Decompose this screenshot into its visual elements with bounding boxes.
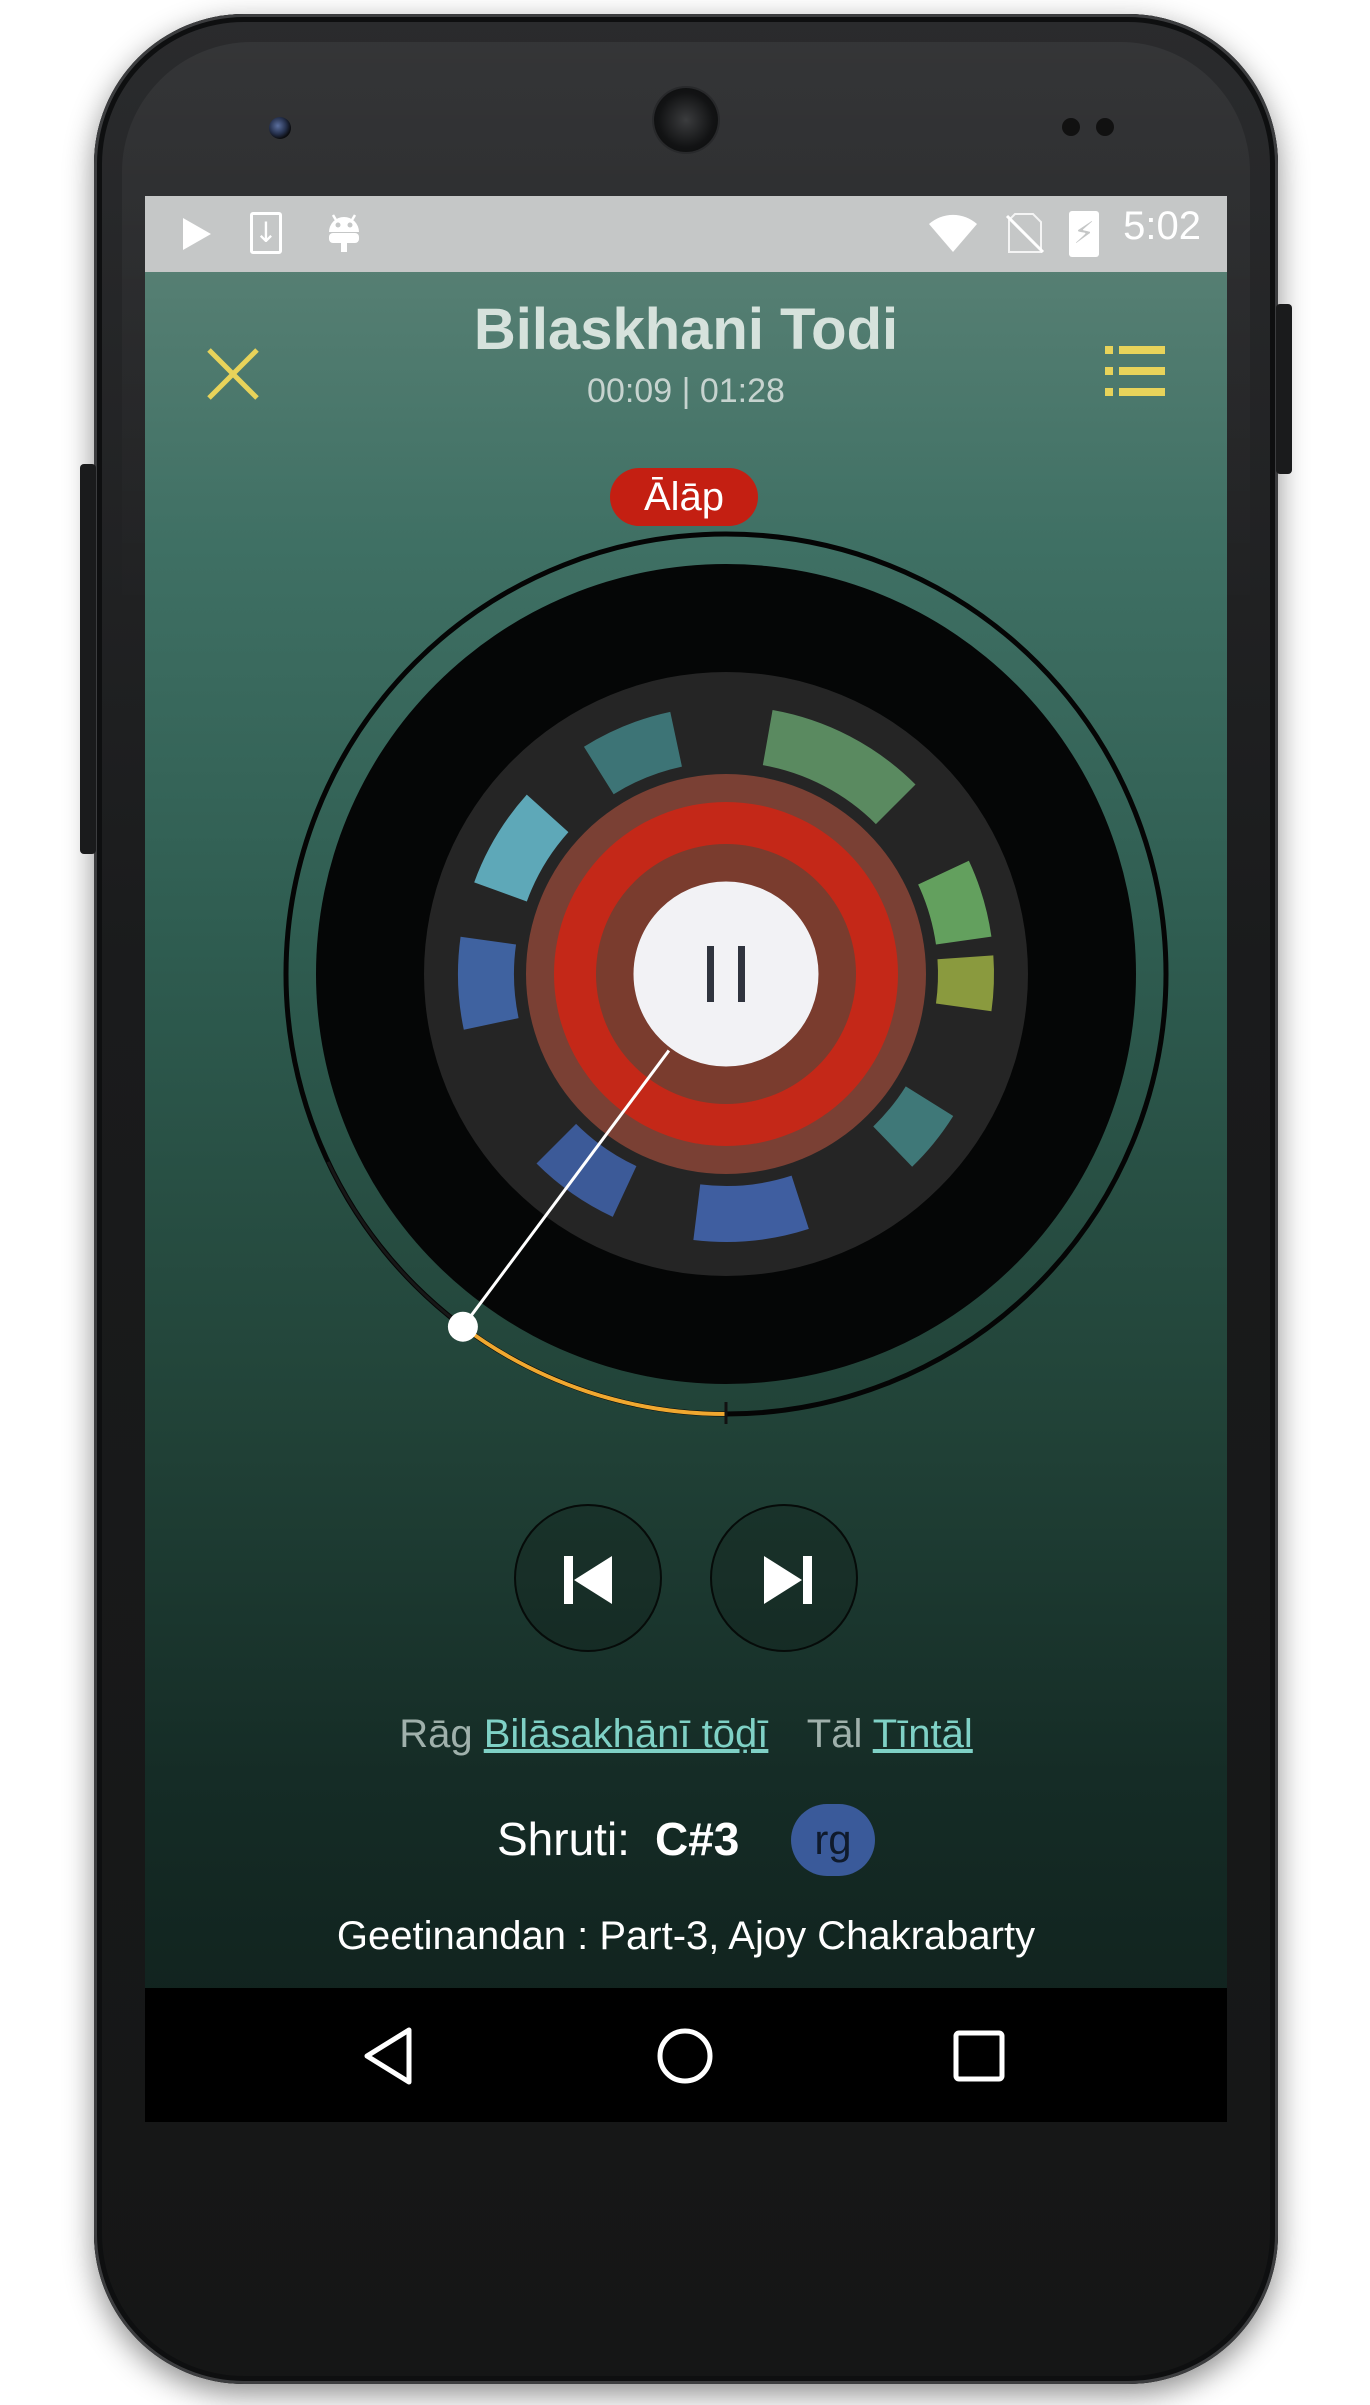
volume-button	[80, 464, 96, 854]
home-icon[interactable]	[653, 2024, 717, 2088]
front-camera	[269, 117, 291, 139]
tala-prefix: Tāl	[806, 1712, 863, 1756]
wifi-icon	[929, 214, 977, 252]
swara-segment	[935, 955, 994, 1012]
nav-bar	[145, 1988, 1227, 2122]
no-sim-icon	[1005, 213, 1045, 254]
swara-segment	[872, 1085, 954, 1167]
swara-segment	[583, 711, 683, 795]
pause-icon[interactable]	[630, 878, 822, 1070]
status-time: 5:02	[1123, 204, 1201, 248]
android-icon	[329, 214, 359, 252]
previous-button[interactable]	[514, 1504, 662, 1652]
phone-frame: ↓ ⚡ 5:02 Bilaskhani Todi 00:09 | 01:28 Ā…	[80, 14, 1292, 2384]
battery-charging-icon: ⚡	[1069, 211, 1099, 257]
shruti-label: Shruti:	[497, 1813, 630, 1865]
swara-segment	[457, 936, 519, 1030]
progress-handle	[447, 1311, 478, 1342]
light-sensor	[1096, 118, 1114, 136]
shruti-badge[interactable]: rg	[791, 1804, 875, 1876]
skip-previous-icon	[564, 1556, 612, 1604]
raga-prefix: Rāg	[399, 1712, 473, 1756]
song-title: Bilaskhani Todi	[473, 297, 899, 362]
play-icon	[183, 218, 211, 250]
section-badge: Ālāp	[610, 468, 758, 526]
status-bar: ↓ ⚡ 5:02	[145, 196, 1227, 272]
tala-link[interactable]: Tīntāl	[873, 1712, 973, 1756]
song-time: 00:09 | 01:28	[587, 372, 785, 410]
player-header: Bilaskhani Todi 00:09 | 01:28	[145, 272, 1227, 422]
download-icon: ↓	[250, 212, 282, 254]
swara-segment	[693, 1175, 809, 1242]
screen: ↓ ⚡ 5:02 Bilaskhani Todi 00:09 | 01:28 Ā…	[145, 196, 1227, 2122]
shruti-line: Shruti: C#3 rg	[145, 1804, 1227, 1884]
next-button[interactable]	[710, 1504, 858, 1652]
list-icon[interactable]	[1105, 344, 1165, 398]
proximity-sensor	[1062, 118, 1080, 136]
raga-visualizer[interactable]	[276, 524, 1176, 1424]
back-icon[interactable]	[357, 2024, 421, 2088]
power-button	[1276, 304, 1292, 474]
raga-tala-line: Rāg Bilāsakhānī tōḍī Tāl Tīntāl	[145, 1712, 1227, 1757]
earpiece-speaker	[654, 88, 718, 152]
raga-link[interactable]: Bilāsakhānī tōḍī	[484, 1712, 769, 1756]
swara-segment	[917, 860, 992, 946]
recent-apps-icon[interactable]	[947, 2024, 1011, 2088]
pause-button	[630, 878, 822, 1070]
shruti-value[interactable]: C#3	[655, 1812, 739, 1866]
skip-next-icon	[764, 1556, 812, 1604]
album-info: Geetinandan : Part-3, Ajoy Chakrabarty	[336, 1914, 1036, 1958]
